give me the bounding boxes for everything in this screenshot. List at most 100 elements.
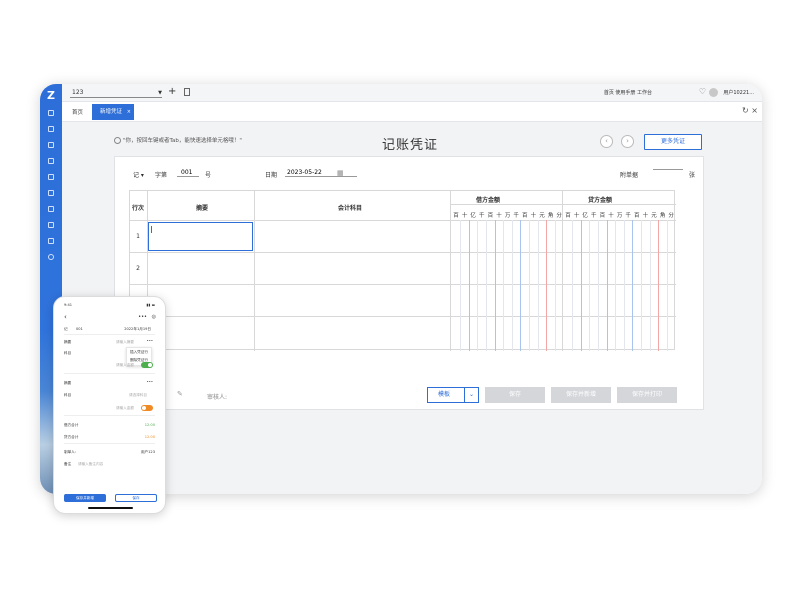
- refresh-icon[interactable]: ↻ ×: [742, 106, 758, 115]
- digit-header: 万: [616, 213, 623, 219]
- digit-header: 百: [522, 213, 528, 219]
- digit-header: 百: [487, 213, 494, 219]
- smile-icon: [114, 137, 121, 144]
- phone-summary-label: 摘要: [64, 381, 72, 385]
- voucher-page: "你，按回车键或者Tab，能快速选择单元格哦！" 记账凭证 ‹ › 更多凭证 记…: [62, 122, 762, 494]
- maker-label: 制单人:: [64, 450, 76, 454]
- digit-header: 千: [513, 213, 519, 219]
- hao-label: 号: [205, 172, 212, 179]
- voucher-word-select[interactable]: 记 ▾: [133, 170, 144, 179]
- date-label: 日期: [265, 172, 278, 179]
- phone-save-new-button[interactable]: 保存并新增: [64, 494, 106, 502]
- calendar-icon[interactable]: ▦: [337, 169, 344, 177]
- invoice-icon[interactable]: [48, 206, 54, 212]
- save-button[interactable]: 保存: [485, 387, 545, 403]
- more-icon[interactable]: •••: [138, 314, 147, 320]
- ledger-icon[interactable]: [48, 142, 54, 148]
- entry-table: 行次 摘要 会计科目 借方金额 贷方金额 百十亿千百十万千百十元角分百十亿千百十…: [129, 190, 676, 351]
- phone-number[interactable]: 001: [76, 327, 83, 331]
- phone-word[interactable]: 记: [64, 327, 68, 332]
- debit-total-label: 借方合计: [64, 423, 79, 427]
- avatar[interactable]: [709, 88, 718, 97]
- insert-row-item[interactable]: 插入凭证行: [130, 350, 148, 355]
- word-no-label: 字第: [155, 172, 168, 179]
- phone-summary-label: 摘要: [64, 340, 72, 344]
- col-summary-header: 摘要: [196, 205, 209, 212]
- account-set-value: 123: [72, 89, 84, 96]
- digit-header: 元: [539, 213, 545, 219]
- voucher-word: 记: [133, 172, 140, 179]
- tax-icon[interactable]: [48, 222, 54, 228]
- direction-toggle[interactable]: [141, 362, 153, 368]
- digit-header: 十: [642, 213, 649, 219]
- more-icon[interactable]: •••: [147, 380, 153, 384]
- prev-voucher-button[interactable]: ‹: [600, 135, 613, 148]
- phone-subject-label: 科目: [64, 351, 72, 355]
- summary-input-row-1[interactable]: [148, 222, 253, 251]
- save-and-new-button[interactable]: 保存并新增: [551, 387, 611, 403]
- debit-total-value: 12.00: [144, 423, 155, 427]
- asset-icon[interactable]: [48, 190, 54, 196]
- save-and-print-button[interactable]: 保存并打印: [617, 387, 677, 403]
- direction-toggle[interactable]: [141, 405, 153, 411]
- more-vouchers-button[interactable]: 更多凭证: [644, 134, 702, 150]
- col-row-header: 行次: [132, 205, 145, 212]
- phone-date[interactable]: 2022年1月19日: [124, 327, 151, 332]
- digit-header: 十: [573, 213, 580, 219]
- more-icon[interactable]: •••: [147, 339, 153, 343]
- phone-save-button[interactable]: 保存: [115, 494, 157, 502]
- user-name[interactable]: 用户10221...: [723, 89, 754, 96]
- mobile-preview: 9:41 ▮▮ ▬ ‹ ••• ◎ 记 001 2022年1月19日 摘要 请输…: [53, 296, 166, 514]
- report-icon[interactable]: [48, 158, 54, 164]
- phone-amount-input[interactable]: 请输入金额: [116, 363, 134, 368]
- col-credit-header: 贷方金额: [588, 197, 613, 204]
- tab-home[interactable]: 首页: [72, 108, 83, 116]
- digit-header: 角: [547, 213, 554, 219]
- home-indicator: [88, 507, 133, 509]
- remark-input[interactable]: 请输入备注内容: [78, 462, 103, 467]
- voucher-icon[interactable]: [48, 126, 54, 132]
- phone-amount-input[interactable]: 请输入金额: [116, 406, 134, 411]
- favorite-icon[interactable]: ♡: [699, 87, 706, 96]
- credit-total-label: 贷方合计: [64, 435, 79, 439]
- digit-header: 分: [668, 213, 674, 219]
- digit-header: 十: [496, 213, 502, 219]
- export-icon[interactable]: [48, 238, 54, 244]
- phone-subject-select[interactable]: 请选择科目: [129, 393, 147, 398]
- document-icon[interactable]: [184, 88, 190, 96]
- digit-header: 万: [504, 213, 511, 219]
- digit-header: 角: [659, 213, 666, 219]
- maker-value: 用户123: [140, 450, 155, 454]
- battery-icon: ▮▮ ▬: [146, 303, 156, 307]
- tab-bar: 首页 新增凭证 × ↻ ×: [62, 102, 762, 122]
- top-links[interactable]: 首页 使用手册 工作台: [604, 89, 652, 96]
- phone-summary-input[interactable]: 请输入摘要: [116, 340, 134, 345]
- digit-header: 十: [530, 213, 537, 219]
- logo-icon: Z: [47, 89, 55, 102]
- template-label: 模板: [438, 391, 451, 398]
- template-button[interactable]: 模板 ⌄: [427, 387, 479, 403]
- contacts-icon[interactable]: [48, 174, 54, 180]
- account-set-select[interactable]: 123 ▼: [70, 88, 162, 98]
- status-time: 9:41: [64, 303, 73, 307]
- attachment-label: 附单据: [620, 172, 639, 179]
- auditor-label: 审核人:: [207, 394, 228, 401]
- home-icon[interactable]: [48, 110, 54, 116]
- pencil-icon[interactable]: ✎: [177, 390, 183, 398]
- add-icon[interactable]: +: [168, 86, 176, 98]
- back-icon[interactable]: ‹: [64, 313, 67, 321]
- target-icon[interactable]: ◎: [152, 314, 156, 320]
- digit-header: 百: [453, 213, 459, 219]
- next-voucher-button[interactable]: ›: [621, 135, 634, 148]
- tab-new-voucher[interactable]: 新增凭证 ×: [92, 104, 134, 120]
- action-bar: ✎ 审核人: 模板 ⌄ 保存 保存并新增 保存并打印: [115, 385, 705, 409]
- voucher-number-input[interactable]: 001: [177, 169, 199, 177]
- settings-icon[interactable]: [48, 254, 54, 260]
- phone-subject-label: 科目: [64, 393, 72, 397]
- attachment-count-input[interactable]: [653, 169, 683, 170]
- date-input[interactable]: 2023-05-22: [285, 169, 357, 177]
- digit-header: 十: [608, 213, 614, 219]
- top-toolbar: 123 ▼ + 首页 使用手册 工作台 ♡ 用户10221...: [62, 84, 762, 102]
- close-icon[interactable]: ×: [127, 104, 131, 120]
- chevron-down-icon[interactable]: ⌄: [464, 388, 478, 402]
